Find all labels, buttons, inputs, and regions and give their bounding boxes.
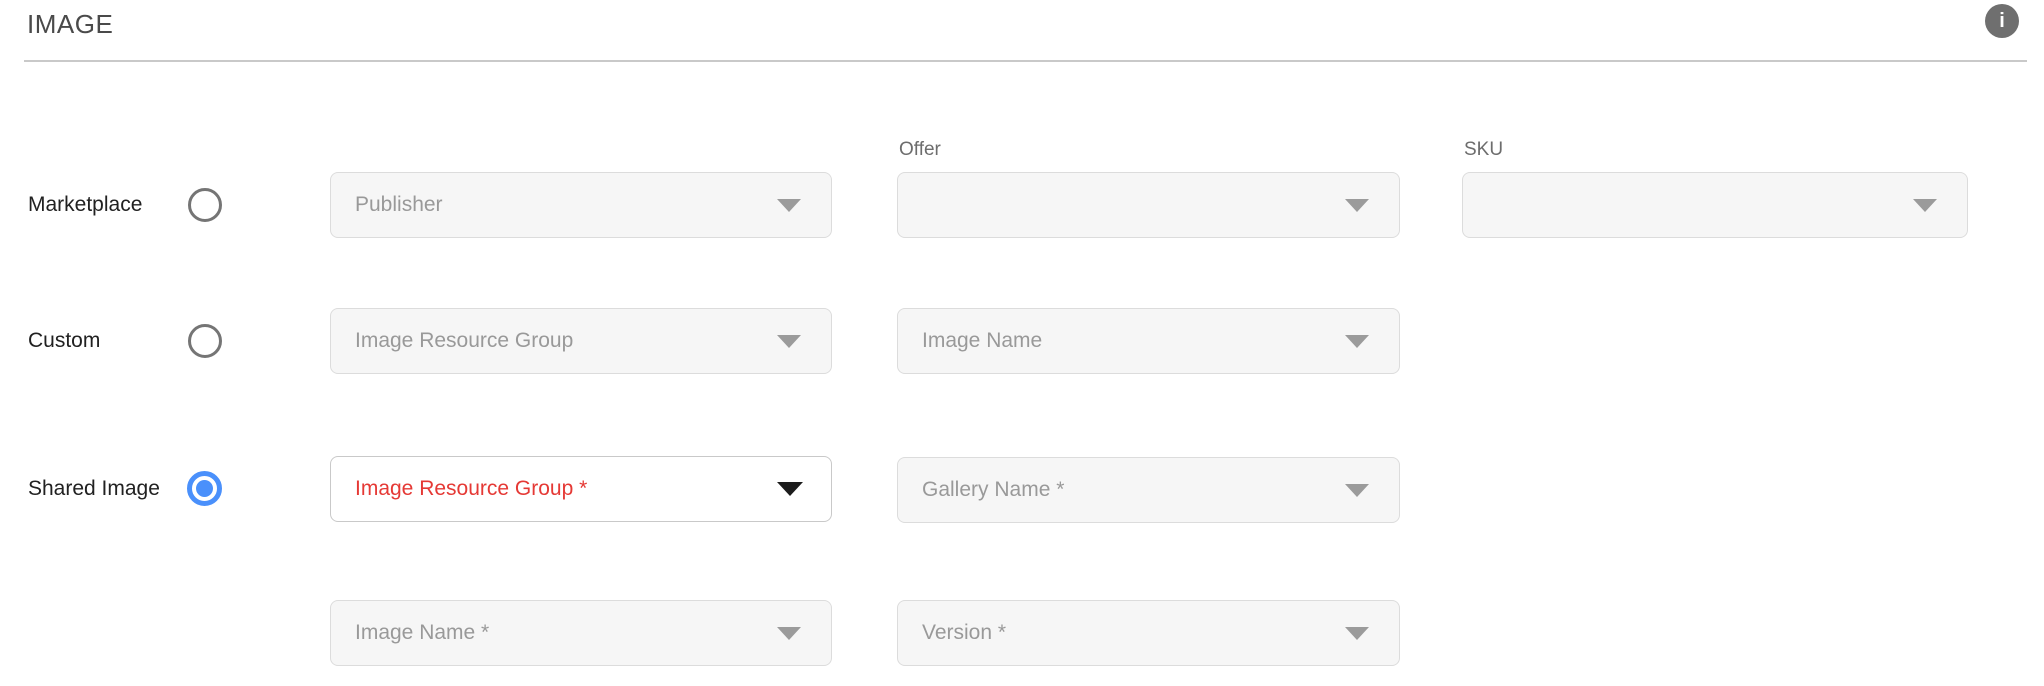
chevron-down-icon [777, 627, 801, 640]
shared-image-resource-group-placeholder: Image Resource Group * [355, 477, 587, 501]
chevron-down-icon [777, 335, 801, 348]
radio-marketplace[interactable] [188, 188, 222, 222]
custom-image-name-dropdown[interactable]: Image Name [897, 308, 1400, 374]
radio-label-custom: Custom [28, 324, 100, 358]
gallery-name-placeholder: Gallery Name * [922, 478, 1064, 502]
shared-image-resource-group-dropdown[interactable]: Image Resource Group * [330, 456, 832, 522]
info-icon[interactable]: i [1985, 4, 2019, 38]
radio-shared-image[interactable] [187, 471, 222, 506]
sku-dropdown[interactable] [1462, 172, 1968, 238]
radio-custom[interactable] [188, 324, 222, 358]
chevron-down-icon [1345, 627, 1369, 640]
shared-image-name-dropdown[interactable]: Image Name * [330, 600, 832, 666]
chevron-down-icon [1345, 335, 1369, 348]
shared-image-name-placeholder: Image Name * [355, 621, 489, 645]
custom-image-name-placeholder: Image Name [922, 329, 1042, 353]
radio-label-shared-image: Shared Image [28, 472, 160, 506]
custom-image-resource-group-placeholder: Image Resource Group [355, 329, 573, 353]
publisher-placeholder: Publisher [355, 193, 443, 217]
custom-image-resource-group-dropdown[interactable]: Image Resource Group [330, 308, 832, 374]
chevron-down-icon [777, 199, 801, 212]
chevron-down-icon [1345, 484, 1369, 497]
chevron-down-icon [1345, 199, 1369, 212]
gallery-name-dropdown[interactable]: Gallery Name * [897, 457, 1400, 523]
version-dropdown[interactable]: Version * [897, 600, 1400, 666]
sku-label: SKU [1464, 139, 1503, 161]
publisher-dropdown[interactable]: Publisher [330, 172, 832, 238]
info-icon-glyph: i [1999, 10, 2005, 33]
offer-label: Offer [899, 139, 941, 161]
chevron-down-icon [1913, 199, 1937, 212]
section-title: IMAGE [27, 9, 113, 40]
chevron-down-icon [777, 482, 803, 496]
section-divider [24, 60, 2027, 62]
image-form-section: IMAGE i Marketplace Publisher Offer SKU … [0, 0, 2044, 686]
version-placeholder: Version * [922, 621, 1006, 645]
radio-label-marketplace: Marketplace [28, 188, 142, 222]
offer-dropdown[interactable] [897, 172, 1400, 238]
